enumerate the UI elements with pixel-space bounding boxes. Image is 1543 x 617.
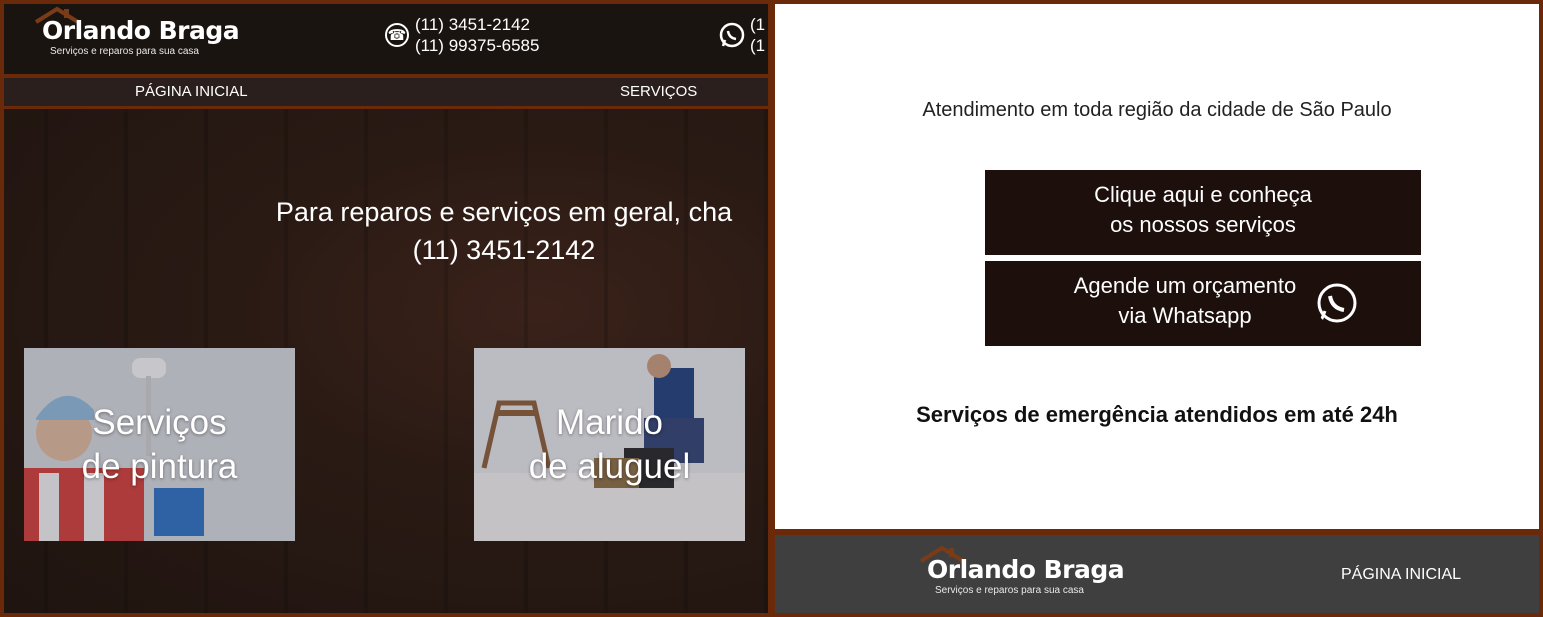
phone-contact[interactable]: ☎ (11) 3451-2142 (11) 99375-6585	[385, 14, 539, 56]
services-button-line2: os nossos serviços	[1110, 212, 1296, 237]
whatsapp-button-line2: via Whatsapp	[1118, 303, 1252, 328]
whatsapp-quote-button[interactable]: Agende um orçamento via Whatsapp	[985, 261, 1421, 346]
whatsapp-icon	[719, 22, 745, 48]
card-title-line1: Marido	[556, 402, 663, 442]
hero-headline-line1: Para reparos e serviços em geral, cha	[275, 197, 733, 227]
brand-tagline: Serviços e reparos para sua casa	[50, 46, 199, 57]
service-card-painting[interactable]: Serviços de pintura	[24, 348, 295, 541]
main-nav: PÁGINA INICIAL SERVIÇOS	[4, 78, 768, 109]
phone-icon: ☎	[385, 23, 409, 47]
info-panel: Atendimento em toda região da cidade de …	[775, 4, 1539, 529]
brand-name: Orlando Braga	[927, 555, 1125, 584]
phone-number-2[interactable]: (11) 99375-6585	[415, 35, 539, 56]
brand-name: Orlando Braga	[42, 16, 240, 45]
footer: Orlando Braga Serviços e reparos para su…	[775, 535, 1539, 613]
phone-number-1[interactable]: (11) 3451-2142	[415, 14, 539, 35]
card-title-line2: de pintura	[81, 446, 238, 486]
card-label: Marido de aluguel	[474, 348, 745, 541]
services-button[interactable]: Clique aqui e conheça os nossos serviços	[985, 170, 1421, 255]
hero-headline: Para reparos e serviços em geral, cha (1…	[4, 193, 768, 269]
emergency-text: Serviços de emergência atendidos em até …	[916, 402, 1398, 427]
whatsapp-button-line1: Agende um orçamento	[1073, 273, 1297, 298]
card-title-line2: de aluguel	[528, 446, 691, 486]
brand-tagline: Serviços e reparos para sua casa	[935, 585, 1084, 596]
service-card-handyman[interactable]: Marido de aluguel	[474, 348, 745, 541]
hero-section: Para reparos e serviços em geral, cha (1…	[4, 109, 768, 613]
hero-phone[interactable]: (11) 3451-2142	[22, 231, 768, 269]
card-label: Serviços de pintura	[24, 348, 295, 541]
nav-item-home[interactable]: PÁGINA INICIAL	[135, 83, 248, 100]
footer-logo[interactable]: Orlando Braga Serviços e reparos para su…	[919, 545, 1125, 596]
nav-item-services[interactable]: SERVIÇOS	[620, 83, 697, 100]
whatsapp-icon	[1317, 283, 1357, 323]
whatsapp-number-1[interactable]: (1	[750, 14, 765, 35]
footer-nav-home[interactable]: PÁGINA INICIAL	[1341, 566, 1461, 584]
whatsapp-number-2[interactable]: (1	[750, 35, 765, 56]
coverage-text: Atendimento em toda região da cidade de …	[922, 99, 1392, 121]
whatsapp-contact[interactable]: (1 (1	[718, 14, 765, 56]
services-button-line1: Clique aqui e conheça	[1094, 182, 1312, 207]
card-title-line1: Serviços	[92, 402, 227, 442]
top-header: Orlando Braga Serviços e reparos para su…	[4, 4, 768, 78]
brand-logo[interactable]: Orlando Braga Serviços e reparos para su…	[34, 6, 240, 57]
main-page-view: Orlando Braga Serviços e reparos para su…	[4, 4, 768, 613]
